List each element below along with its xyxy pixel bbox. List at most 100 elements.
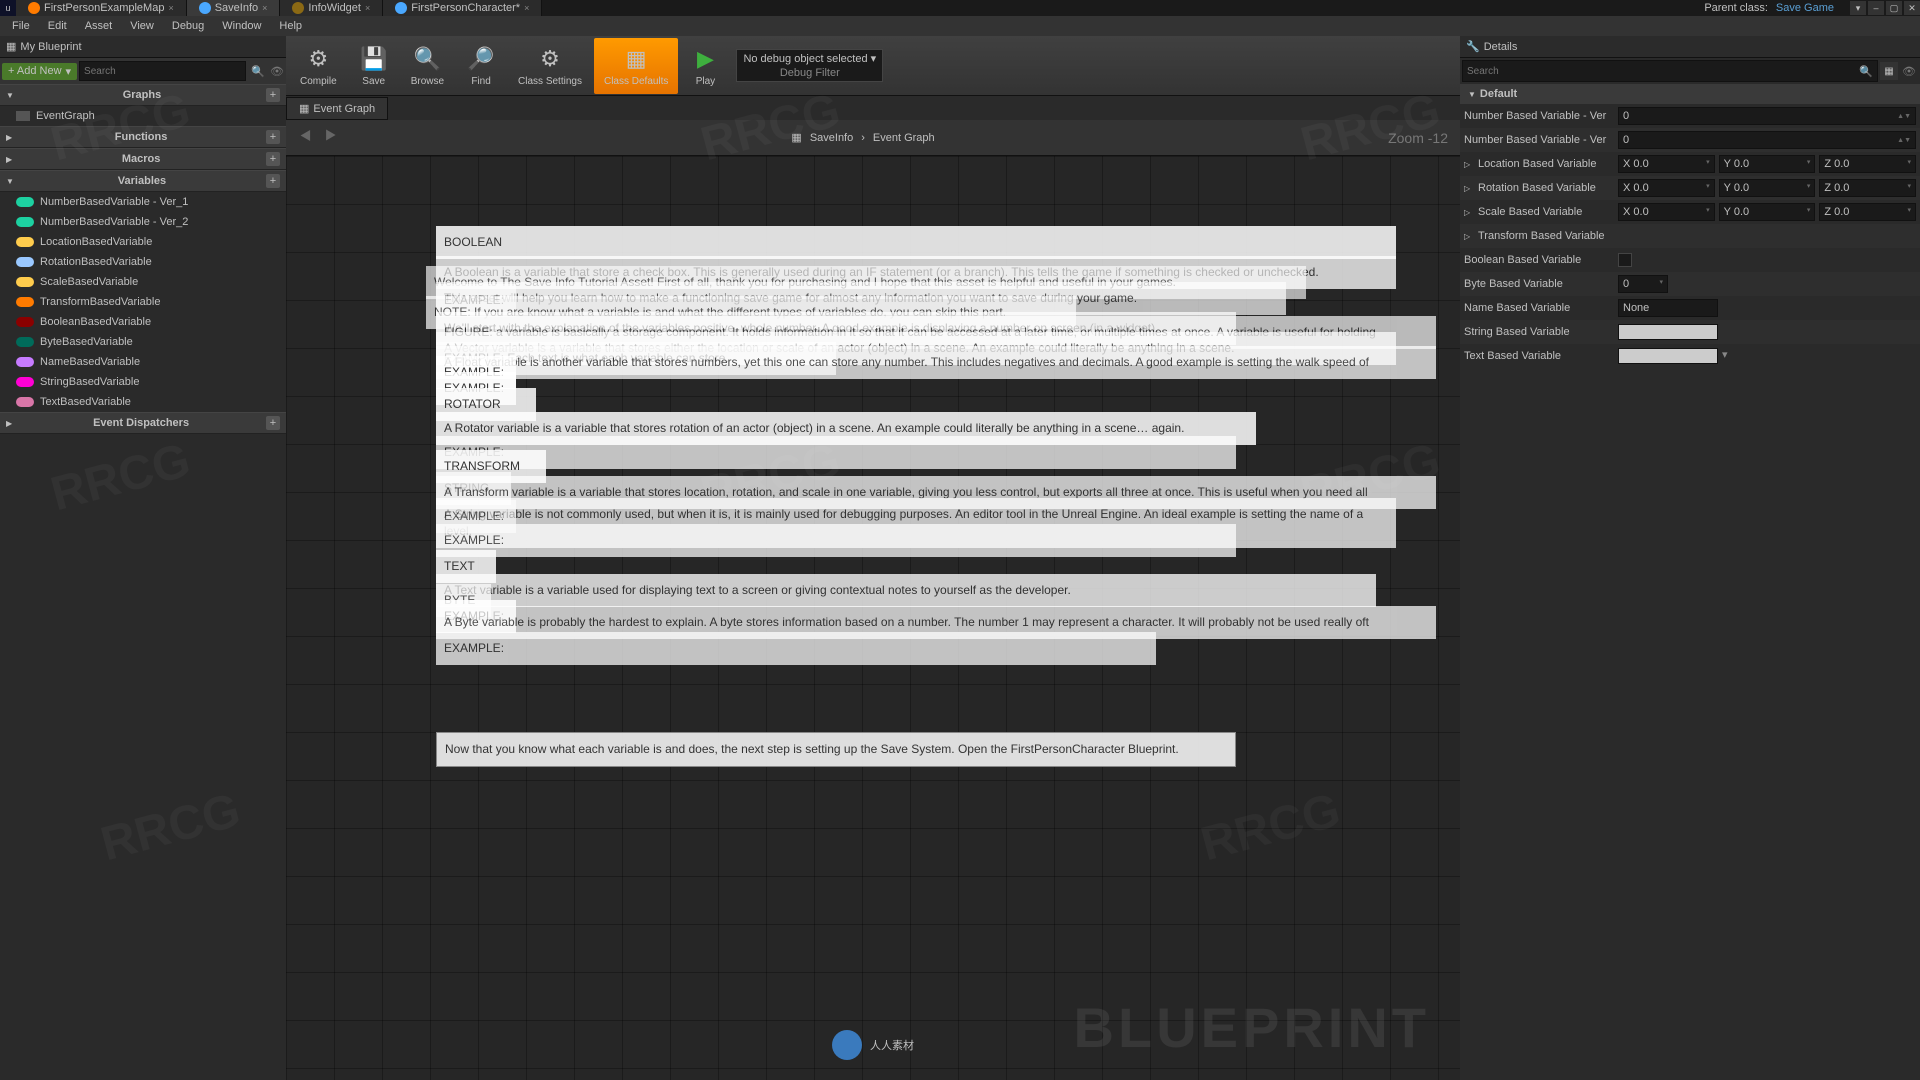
breadcrumb-current[interactable]: Event Graph: [873, 132, 935, 144]
details-tab[interactable]: 🔧Details: [1460, 36, 1920, 58]
menu-help[interactable]: Help: [271, 18, 310, 34]
comment-node[interactable]: EXAMPLE:: [436, 524, 1236, 557]
comment-node[interactable]: A Text variable is a variable used for d…: [436, 574, 1376, 607]
expand-icon[interactable]: ▷: [1464, 184, 1474, 193]
section-graphs[interactable]: Graphs+: [0, 84, 286, 106]
expand-icon[interactable]: ▷: [1464, 160, 1474, 169]
menu-debug[interactable]: Debug: [164, 18, 212, 34]
tab-firstperson-character[interactable]: FirstPersonCharacter*×: [383, 0, 542, 16]
parent-class-link[interactable]: Save Game: [1776, 2, 1834, 14]
add-function-button[interactable]: +: [266, 130, 280, 144]
my-blueprint-tab[interactable]: ▦My Blueprint: [0, 36, 286, 58]
close-icon[interactable]: ×: [524, 3, 529, 13]
details-panel: 🔧Details 🔍 ▦ 👁 Default Number Based Vari…: [1460, 36, 1920, 1080]
class-settings-button[interactable]: ⚙Class Settings: [508, 38, 592, 94]
details-search[interactable]: 🔍: [1462, 60, 1878, 82]
var-byte[interactable]: ByteBasedVariable: [0, 332, 286, 352]
spinner-icon[interactable]: ▲▼: [1897, 137, 1911, 144]
number2-input[interactable]: 0▲▼: [1618, 131, 1916, 149]
class-defaults-button[interactable]: ▦Class Defaults: [594, 38, 678, 94]
tab-firstperson-map[interactable]: FirstPersonExampleMap×: [16, 0, 187, 16]
graph-item-eventgraph[interactable]: EventGraph: [0, 106, 286, 126]
tab-infowidget[interactable]: InfoWidget×: [280, 0, 383, 16]
add-graph-button[interactable]: +: [266, 88, 280, 102]
close-icon[interactable]: ×: [365, 3, 370, 13]
number1-input[interactable]: 0▲▼: [1618, 107, 1916, 125]
window-maximize[interactable]: ▢: [1886, 1, 1902, 15]
loc-z-input[interactable]: Z 0.0▾: [1819, 155, 1916, 173]
loc-y-input[interactable]: Y 0.0▾: [1719, 155, 1816, 173]
expand-icon[interactable]: ▷: [1464, 208, 1474, 217]
var-text[interactable]: TextBasedVariable: [0, 392, 286, 412]
breadcrumb-root[interactable]: SaveInfo: [810, 132, 853, 144]
var-number2[interactable]: NumberBasedVariable - Ver_2: [0, 212, 286, 232]
add-dispatcher-button[interactable]: +: [266, 416, 280, 430]
rot-y-input[interactable]: Y 0.0▾: [1719, 179, 1816, 197]
menu-view[interactable]: View: [122, 18, 162, 34]
section-event-dispatchers[interactable]: Event Dispatchers+: [0, 412, 286, 434]
var-string[interactable]: StringBasedVariable: [0, 372, 286, 392]
close-icon[interactable]: ×: [262, 3, 267, 13]
comment-boolean-header[interactable]: BOOLEAN: [436, 226, 1396, 259]
var-number1[interactable]: NumberBasedVariable - Ver_1: [0, 192, 286, 212]
close-icon[interactable]: ×: [168, 3, 173, 13]
comment-node[interactable]: EXAMPLE:: [436, 436, 1236, 469]
defaults-icon: ▦: [621, 44, 651, 74]
compile-button[interactable]: ⚙Compile: [290, 38, 347, 94]
var-scale[interactable]: ScaleBasedVariable: [0, 272, 286, 292]
play-button[interactable]: ▶Play: [680, 38, 730, 94]
section-variables[interactable]: Variables+: [0, 170, 286, 192]
eye-icon[interactable]: 👁: [1898, 65, 1920, 78]
loc-x-input[interactable]: X 0.0▾: [1618, 155, 1715, 173]
eye-icon[interactable]: 👁: [270, 65, 284, 78]
var-rotation[interactable]: RotationBasedVariable: [0, 252, 286, 272]
expand-icon[interactable]: ▷: [1464, 232, 1474, 241]
var-location[interactable]: LocationBasedVariable: [0, 232, 286, 252]
browse-button[interactable]: 🔍Browse: [401, 38, 454, 94]
string-input[interactable]: [1618, 324, 1718, 340]
section-macros[interactable]: Macros+: [0, 148, 286, 170]
find-icon: 🔎: [466, 44, 496, 74]
menu-edit[interactable]: Edit: [40, 18, 75, 34]
find-button[interactable]: 🔎Find: [456, 38, 506, 94]
window-minimize[interactable]: –: [1868, 1, 1884, 15]
chevron-down-icon[interactable]: ▾: [1722, 348, 1728, 364]
nav-back[interactable]: ⯇: [298, 126, 314, 149]
bool-checkbox[interactable]: [1618, 253, 1632, 267]
text-input[interactable]: [1618, 348, 1718, 364]
var-boolean[interactable]: BooleanBasedVariable: [0, 312, 286, 332]
section-functions[interactable]: Functions+: [0, 126, 286, 148]
search-input[interactable]: [79, 61, 246, 81]
menu-asset[interactable]: Asset: [77, 18, 121, 34]
spinner-icon[interactable]: ▲▼: [1897, 113, 1911, 120]
menu-file[interactable]: File: [4, 18, 38, 34]
window-close[interactable]: ✕: [1904, 1, 1920, 15]
rot-x-input[interactable]: X 0.0▾: [1618, 179, 1715, 197]
window-extra[interactable]: ▾: [1850, 1, 1866, 15]
add-new-button[interactable]: + Add New▾: [2, 63, 77, 80]
add-variable-button[interactable]: +: [266, 174, 280, 188]
titlebar: u FirstPersonExampleMap× SaveInfo× InfoW…: [0, 0, 1920, 16]
comment-node[interactable]: A Float variable is another variable tha…: [436, 346, 1436, 379]
search-icon[interactable]: 🔍: [248, 65, 268, 78]
comment-next-step[interactable]: Now that you know what each variable is …: [436, 732, 1236, 767]
view-grid-button[interactable]: ▦: [1880, 62, 1898, 80]
scale-y-input[interactable]: Y 0.0▾: [1719, 203, 1816, 221]
rot-z-input[interactable]: Z 0.0▾: [1819, 179, 1916, 197]
comment-node[interactable]: EXAMPLE:: [436, 632, 1156, 665]
graph-canvas[interactable]: BOOLEAN A Boolean is a variable that sto…: [286, 156, 1460, 1080]
tab-saveinfo[interactable]: SaveInfo×: [187, 0, 281, 16]
menu-window[interactable]: Window: [214, 18, 269, 34]
scale-z-input[interactable]: Z 0.0▾: [1819, 203, 1916, 221]
var-name[interactable]: NameBasedVariable: [0, 352, 286, 372]
byte-input[interactable]: 0▾: [1618, 275, 1668, 293]
default-section[interactable]: Default: [1460, 84, 1920, 104]
event-graph-tab[interactable]: ▦Event Graph: [286, 97, 388, 120]
var-transform[interactable]: TransformBasedVariable: [0, 292, 286, 312]
save-button[interactable]: 💾Save: [349, 38, 399, 94]
debug-object-combo[interactable]: No debug object selected ▾ Debug Filter: [736, 49, 883, 82]
add-macro-button[interactable]: +: [266, 152, 280, 166]
name-input[interactable]: None: [1618, 299, 1718, 317]
scale-x-input[interactable]: X 0.0▾: [1618, 203, 1715, 221]
nav-forward[interactable]: ⯈: [322, 126, 338, 149]
